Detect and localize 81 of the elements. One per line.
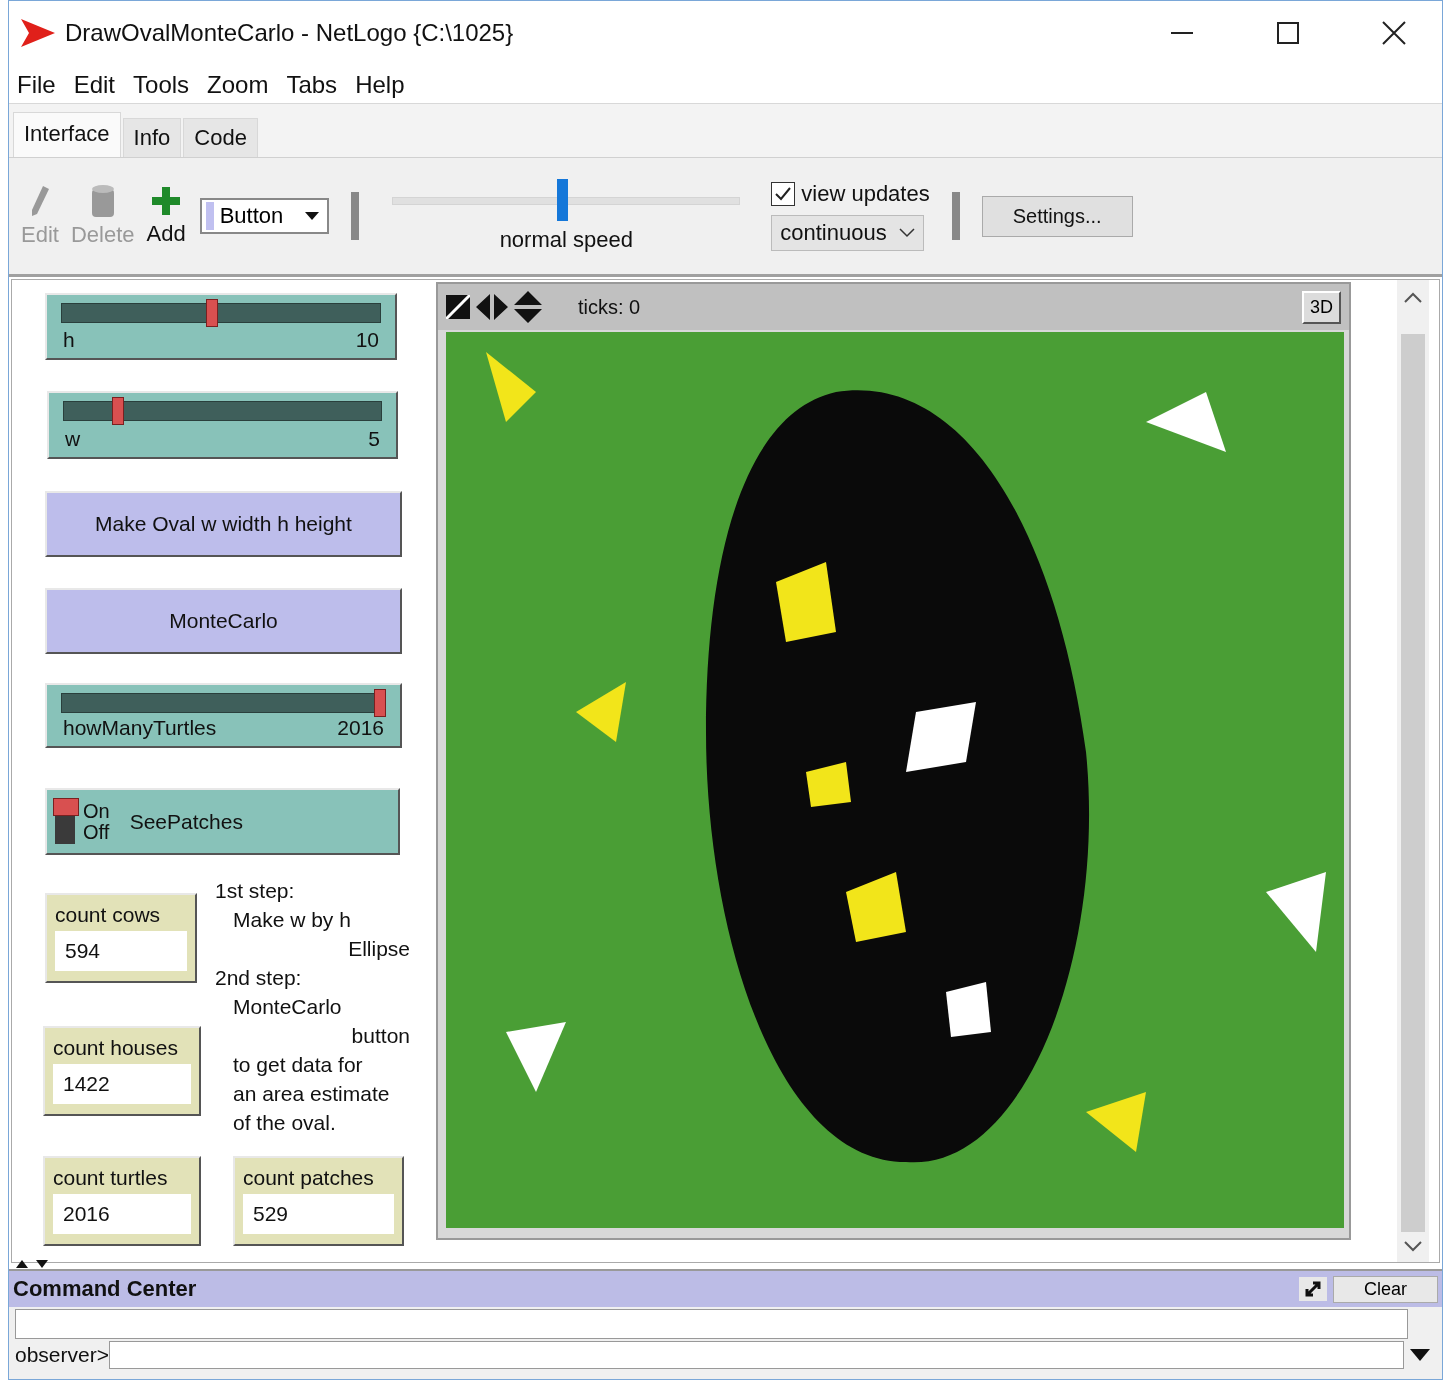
note-text: an area estimate	[233, 1081, 390, 1107]
monitor-value: 1422	[53, 1064, 191, 1104]
chevron-down-icon	[898, 228, 915, 238]
clear-button[interactable]: Clear	[1333, 1275, 1438, 1303]
menu-item[interactable]: Tools	[133, 71, 190, 99]
slider-label: w	[65, 427, 81, 451]
slider-label: h	[63, 328, 75, 352]
on-label: On	[83, 800, 110, 822]
plus-icon	[150, 185, 183, 217]
slider-widget[interactable]: h 10	[45, 293, 397, 360]
command-center-title: Command Center	[13, 1276, 198, 1302]
slider-thumb[interactable]	[374, 689, 386, 717]
checkmark-icon	[774, 186, 793, 202]
speed-label: normal speed	[499, 227, 633, 253]
note-text: MonteCarlo	[233, 994, 342, 1020]
diagonal-square-icon[interactable]	[446, 295, 470, 319]
toolbar-separator	[951, 192, 960, 240]
switch-label: SeePatches	[129, 809, 243, 834]
caret-icon	[305, 212, 320, 220]
tab[interactable]: Info	[122, 118, 182, 157]
toolbar-button[interactable]: Add	[140, 185, 192, 247]
slider-label: howManyTurtles	[63, 716, 217, 740]
note-text: 2nd step:	[215, 965, 302, 991]
slider-thumb[interactable]	[112, 397, 125, 425]
slider-value: 5	[368, 427, 380, 451]
note-text: of the oval.	[233, 1110, 336, 1136]
close-icon	[1382, 21, 1406, 45]
scroll-up-icon[interactable]	[1403, 292, 1423, 304]
trash-can-icon	[89, 184, 116, 218]
splitter-arrows-icon[interactable]	[16, 1258, 50, 1268]
scroll-down-icon[interactable]	[1403, 1240, 1423, 1252]
monitor-value: 2016	[53, 1194, 191, 1234]
slider-track[interactable]	[61, 299, 381, 327]
monitor-label: count houses	[53, 1036, 179, 1060]
vertical-arrows-icon[interactable]	[514, 291, 542, 323]
tab[interactable]: Interface	[13, 112, 121, 157]
menu-item[interactable]: Help	[355, 71, 405, 99]
monitor-label: count cows	[55, 903, 162, 927]
menu-item[interactable]: File	[17, 71, 56, 99]
menu-item[interactable]: Tabs	[286, 71, 338, 99]
dropdown-arrow-icon[interactable]	[1410, 1349, 1430, 1361]
widget-dropdown[interactable]: Button	[199, 198, 330, 234]
window-title: DrawOvalMonteCarlo - NetLogo {C:\1025}	[65, 19, 515, 47]
button-widget-icon	[205, 202, 214, 230]
monitor-value: 529	[243, 1194, 394, 1234]
slider-value: 10	[355, 328, 379, 352]
note-text: 1st step:	[215, 878, 295, 904]
menu-item[interactable]: Zoom	[207, 71, 269, 99]
toolbar-separator	[351, 192, 360, 240]
slider-widget[interactable]: howManyTurtles 2016	[45, 683, 402, 748]
widget-button[interactable]: Make Oval w width h height	[45, 491, 402, 557]
off-label: Off	[83, 821, 110, 843]
expand-icon[interactable]	[1299, 1277, 1327, 1301]
note-text: Ellipse	[348, 936, 410, 962]
view-updates-checkbox[interactable]: view updates	[771, 181, 930, 207]
speed-slider[interactable]	[392, 179, 741, 221]
slider-track[interactable]	[63, 397, 382, 425]
prompt-label: observer>	[15, 1343, 109, 1367]
command-input[interactable]	[108, 1341, 1404, 1369]
minimize-icon	[1171, 32, 1193, 34]
slider-value: 2016	[337, 716, 384, 740]
vertical-scrollbar[interactable]	[1397, 280, 1429, 1262]
horizontal-arrows-icon[interactable]	[476, 294, 508, 320]
settings-button[interactable]: Settings...	[981, 195, 1133, 237]
note-text: Make w by h	[233, 907, 351, 933]
monitor-value: 594	[55, 931, 187, 971]
note-text: button	[351, 1023, 410, 1049]
slider-track[interactable]	[61, 689, 386, 717]
tab[interactable]: Code	[183, 118, 258, 157]
ticks-counter: ticks: 0	[578, 295, 642, 319]
monitor-label: count patches	[243, 1166, 375, 1190]
menu-item[interactable]: Edit	[73, 71, 116, 99]
slider-thumb[interactable]	[557, 179, 569, 221]
note-text: to get data for	[233, 1052, 363, 1078]
widget-button[interactable]: MonteCarlo	[45, 588, 402, 654]
update-mode-dropdown[interactable]: continuous	[771, 215, 924, 251]
logo-icon	[21, 19, 55, 47]
maximize-icon	[1277, 22, 1299, 44]
3d-button[interactable]: 3D	[1302, 290, 1341, 324]
monitor-label: count turtles	[53, 1166, 169, 1190]
slider-widget[interactable]: w 5	[47, 391, 398, 459]
